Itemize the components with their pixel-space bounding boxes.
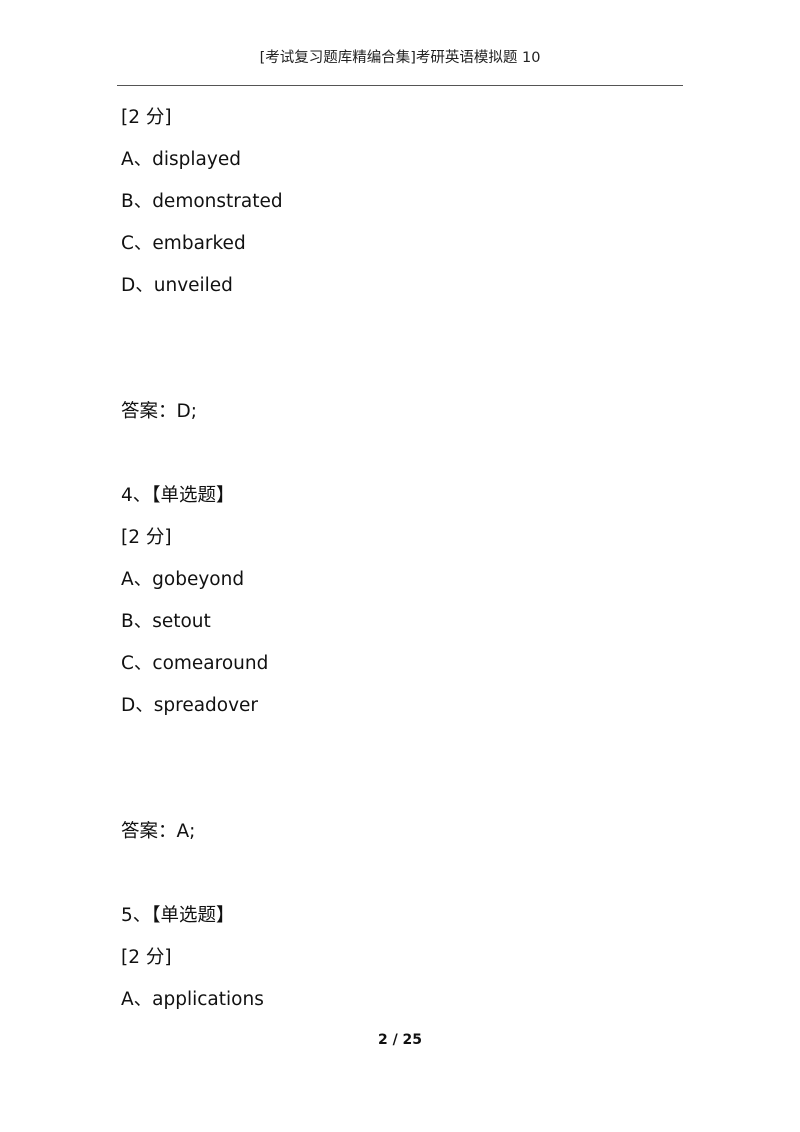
answer-text: 答案：A; xyxy=(121,821,196,842)
option-b: B、setout xyxy=(121,611,211,632)
question-score: [2 分] xyxy=(121,107,172,128)
option-a: A、displayed xyxy=(121,149,241,170)
option-b: B、demonstrated xyxy=(121,191,283,212)
option-d: D、spreadover xyxy=(121,695,259,716)
page-indicator: 2 / 25 xyxy=(377,1032,423,1048)
question-title: 5、【单选题】 xyxy=(121,905,235,926)
answer-text: 答案：D; xyxy=(121,401,197,422)
question-score: [2 分] xyxy=(121,527,172,548)
option-c: C、comearound xyxy=(121,653,269,674)
document-title: [考试复习题库精编合集]考研英语模拟题 10 xyxy=(259,50,541,66)
header-divider xyxy=(117,85,683,86)
question-title: 4、【单选题】 xyxy=(121,485,235,506)
option-a: A、applications xyxy=(121,989,264,1010)
option-d: D、unveiled xyxy=(121,275,233,296)
option-c: C、embarked xyxy=(121,233,246,254)
question-score: [2 分] xyxy=(121,947,172,968)
option-a: A、gobeyond xyxy=(121,569,245,590)
